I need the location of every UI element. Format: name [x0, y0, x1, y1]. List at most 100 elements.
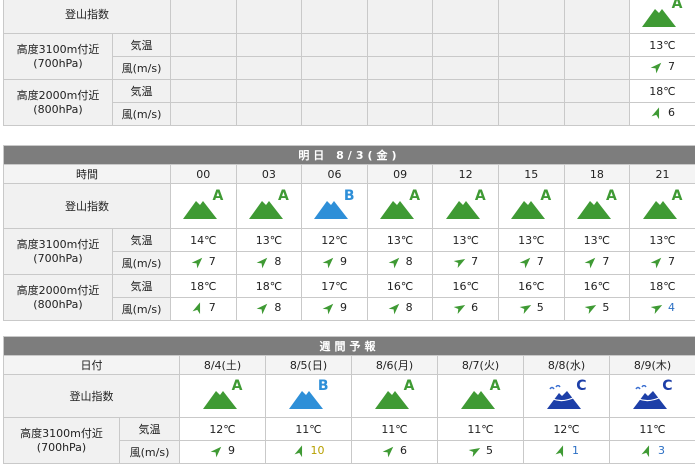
mountain-icon: C [547, 380, 587, 410]
date-header: 8/9(木) [610, 356, 695, 375]
wind-arrow-icon [388, 301, 402, 315]
index-cell: A [171, 184, 237, 229]
wind-3100-cell: 9 [302, 252, 368, 275]
index-cell: A [498, 184, 564, 229]
wind-3100-cell: 7 [498, 252, 564, 275]
wind-2000-cell: 8 [367, 298, 433, 321]
temp-3100-cell: 12℃ [180, 418, 266, 441]
today-wind-2000: 6 [630, 103, 695, 126]
index-cell: A [236, 184, 302, 229]
wind-2000-cell: 5 [564, 298, 630, 321]
wind-label: 風(m/s) [120, 441, 180, 464]
today-wind-3100: 7 [630, 57, 695, 80]
wind-arrow-icon [453, 255, 467, 269]
hour-header: 12 [433, 165, 499, 184]
wind-arrow-icon [388, 255, 402, 269]
wind-arrow-icon [650, 60, 664, 74]
mountain-icon: A [446, 190, 486, 220]
mountain-icon: A [643, 190, 683, 220]
wind-arrow-icon [322, 255, 336, 269]
date-header: 8/5(日) [266, 356, 352, 375]
hour-header: 18 [564, 165, 630, 184]
wind-arrow-icon [584, 301, 598, 315]
temp-label: 気温 [113, 34, 171, 57]
temp-2000-cell: 18℃ [236, 275, 302, 298]
altitude-3100-label: 高度3100m付近(700hPa) [4, 229, 113, 275]
wind-arrow-icon [293, 444, 307, 458]
wind-arrow-icon [554, 444, 568, 458]
temp-3100-cell: 14℃ [171, 229, 237, 252]
wind-arrow-icon [322, 301, 336, 315]
temp-3100-cell: 12℃ [302, 229, 368, 252]
temp-3100-cell: 13℃ [498, 229, 564, 252]
hour-header: 00 [171, 165, 237, 184]
temp-label: 気温 [120, 418, 180, 441]
climb-index-label: 登山指数 [4, 375, 180, 418]
wind-arrow-icon [468, 444, 482, 458]
today-table: 登山指数 A 高度3100m付近(700hPa) 気温 13℃ 風(m/s) 7… [3, 0, 695, 126]
wind-arrow-icon [382, 444, 396, 458]
today-temp-2000: 18℃ [630, 80, 695, 103]
altitude-2000-label: 高度2000m付近(800hPa) [4, 80, 113, 126]
weekly-table: 週間予報 日付 8/4(土)8/5(日)8/6(月)8/7(火)8/8(水)8/… [3, 336, 695, 464]
wind-2000-cell: 6 [433, 298, 499, 321]
wind-2000-cell: 7 [171, 298, 237, 321]
mountain-icon: B [289, 380, 329, 410]
temp-2000-cell: 16℃ [564, 275, 630, 298]
temp-3100-cell: 11℃ [352, 418, 438, 441]
hour-header: 06 [302, 165, 368, 184]
temp-3100-cell: 13℃ [630, 229, 695, 252]
wind-arrow-icon [650, 301, 664, 315]
wind-3100-cell: 5 [438, 441, 524, 464]
altitude-3100-label: 高度3100m付近(700hPa) [4, 418, 120, 464]
wind-2000-cell: 9 [302, 298, 368, 321]
wind-3100-cell: 1 [524, 441, 610, 464]
mountain-icon: A [642, 0, 682, 28]
mountain-icon: A [375, 380, 415, 410]
wind-3100-cell: 7 [171, 252, 237, 275]
mountain-icon: A [249, 190, 289, 220]
temp-3100-cell: 11℃ [266, 418, 352, 441]
temp-3100-cell: 11℃ [610, 418, 695, 441]
temp-label: 気温 [113, 80, 171, 103]
index-cell: A [438, 375, 524, 418]
altitude-2000-label: 高度2000m付近(800hPa) [4, 275, 113, 321]
hour-header: 21 [630, 165, 695, 184]
hour-header: 03 [236, 165, 302, 184]
index-cell: B [266, 375, 352, 418]
temp-3100-cell: 12℃ [524, 418, 610, 441]
hour-header: 09 [367, 165, 433, 184]
today-temp-3100: 13℃ [630, 34, 695, 57]
index-cell: A [564, 184, 630, 229]
wind-arrow-icon [453, 301, 467, 315]
wind-arrow-icon [191, 255, 205, 269]
wind-3100-cell: 7 [433, 252, 499, 275]
index-cell: A [180, 375, 266, 418]
wind-arrow-icon [650, 255, 664, 269]
index-cell: A [630, 184, 695, 229]
temp-2000-cell: 18℃ [630, 275, 695, 298]
mountain-icon: C [633, 380, 673, 410]
wind-2000-cell: 5 [498, 298, 564, 321]
wind-label: 風(m/s) [113, 103, 171, 126]
temp-3100-cell: 11℃ [438, 418, 524, 441]
mountain-icon: A [511, 190, 551, 220]
wind-label: 風(m/s) [113, 252, 171, 275]
date-header: 8/7(火) [438, 356, 524, 375]
index-cell: A [367, 184, 433, 229]
temp-2000-cell: 16℃ [433, 275, 499, 298]
temp-3100-cell: 13℃ [367, 229, 433, 252]
hour-header: 15 [498, 165, 564, 184]
wind-2000-cell: 4 [630, 298, 695, 321]
wind-3100-cell: 7 [564, 252, 630, 275]
time-label: 時間 [4, 165, 171, 184]
wind-3100-cell: 9 [180, 441, 266, 464]
wind-arrow-icon [256, 255, 270, 269]
temp-2000-cell: 17℃ [302, 275, 368, 298]
date-header: 8/4(土) [180, 356, 266, 375]
date-label: 日付 [4, 356, 180, 375]
climb-index-label: 登山指数 [4, 184, 171, 229]
wind-label: 風(m/s) [113, 57, 171, 80]
date-header: 8/6(月) [352, 356, 438, 375]
temp-3100-cell: 13℃ [564, 229, 630, 252]
